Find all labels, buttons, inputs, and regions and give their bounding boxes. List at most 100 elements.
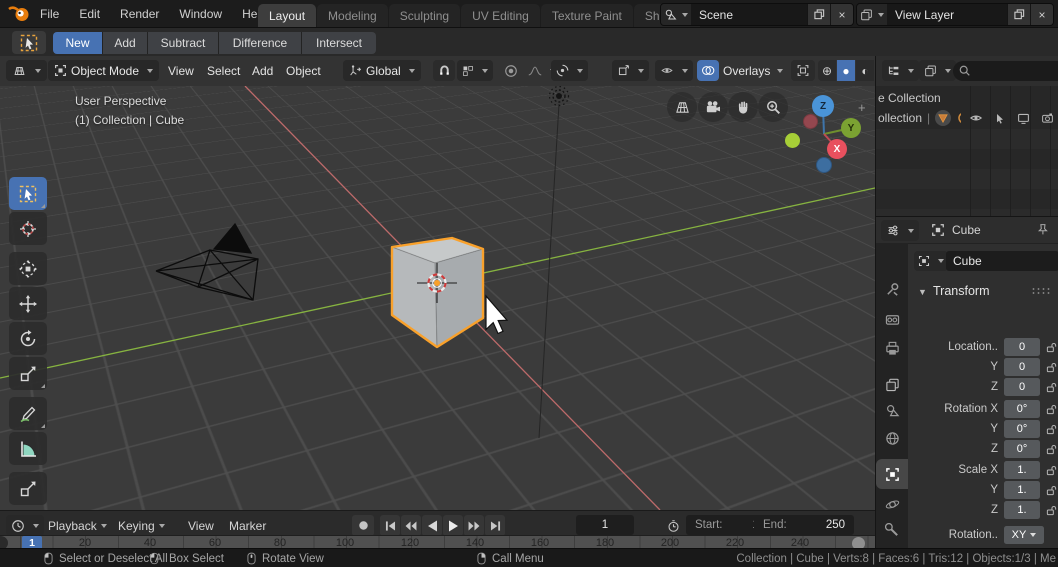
add-button[interactable]: Add bbox=[103, 32, 148, 54]
location-x-field[interactable]: 0 bbox=[1004, 338, 1040, 356]
rotation-y-field[interactable]: 0° bbox=[1004, 420, 1040, 438]
snap-toggle-button[interactable] bbox=[433, 60, 455, 81]
outliner-editor-type-button[interactable] bbox=[882, 60, 919, 81]
scale-y-field[interactable]: 1. bbox=[1004, 481, 1040, 499]
scene-close-icon[interactable]: × bbox=[830, 4, 853, 25]
hide-eye-icon[interactable] bbox=[969, 111, 983, 125]
rotation-z-field[interactable]: 0° bbox=[1004, 440, 1040, 458]
proportional-edit-button[interactable] bbox=[500, 60, 522, 81]
scene-duplicate-icon[interactable] bbox=[807, 4, 830, 25]
pivot-point-dropdown[interactable] bbox=[551, 60, 588, 81]
lock-icon[interactable] bbox=[1045, 420, 1057, 438]
tool-rotate[interactable] bbox=[9, 322, 47, 355]
properties-editor-type-button[interactable] bbox=[881, 220, 919, 241]
view-layer-name[interactable]: View Layer bbox=[887, 8, 1007, 22]
gizmo-y-axis[interactable]: Y bbox=[841, 118, 861, 138]
tool-scale-cage[interactable] bbox=[9, 472, 47, 505]
disable-viewport-icon[interactable] bbox=[1017, 112, 1030, 125]
tool-cursor-3d[interactable] bbox=[9, 212, 47, 245]
difference-button[interactable]: Difference bbox=[219, 32, 302, 54]
viewport-3d[interactable]: User Perspective (1) Collection | Cube Z… bbox=[0, 86, 875, 510]
overlays-toggle-button[interactable] bbox=[697, 60, 719, 81]
snap-target-dropdown[interactable] bbox=[457, 60, 493, 81]
tab-sculpting[interactable]: Sculpting bbox=[389, 4, 460, 27]
shading-solid-icon[interactable]: ● bbox=[837, 60, 855, 81]
tab-render[interactable] bbox=[876, 306, 908, 332]
blender-logo-icon[interactable] bbox=[8, 5, 31, 22]
camera-view-button[interactable] bbox=[698, 92, 728, 122]
tool-select-box[interactable] bbox=[9, 177, 47, 210]
tab-texture-paint[interactable]: Texture Paint bbox=[541, 4, 633, 27]
disable-render-icon[interactable] bbox=[1041, 112, 1054, 124]
jump-end-button[interactable] bbox=[485, 515, 505, 536]
gizmos-dropdown[interactable] bbox=[612, 60, 649, 81]
tool-measure[interactable] bbox=[9, 432, 47, 465]
preview-range-button[interactable] bbox=[662, 515, 684, 536]
active-tool-button[interactable] bbox=[12, 31, 46, 54]
tab-object[interactable] bbox=[876, 459, 908, 489]
rotation-x-field[interactable]: 0° bbox=[1004, 400, 1040, 418]
scene-name[interactable]: Scene bbox=[691, 8, 807, 22]
view-menu[interactable]: View bbox=[188, 515, 214, 536]
tool-move[interactable] bbox=[9, 287, 47, 320]
location-y-field[interactable]: 0 bbox=[1004, 358, 1040, 376]
panel-grip[interactable] bbox=[1031, 287, 1051, 294]
timeline-editor-type-button[interactable] bbox=[6, 515, 44, 536]
visibility-dropdown[interactable] bbox=[655, 60, 693, 81]
fast-forward-button[interactable] bbox=[464, 515, 484, 536]
xray-toggle-button[interactable] bbox=[791, 60, 815, 81]
pin-icon[interactable] bbox=[1036, 223, 1049, 236]
object-id-dropdown[interactable] bbox=[914, 251, 948, 271]
lock-icon[interactable] bbox=[1045, 400, 1057, 418]
menu-select[interactable]: Select bbox=[203, 60, 244, 81]
select-arrow-icon[interactable] bbox=[994, 112, 1006, 125]
new-button[interactable]: New bbox=[53, 32, 103, 54]
menu-window[interactable]: Window bbox=[169, 0, 232, 27]
mode-dropdown[interactable]: Object Mode bbox=[48, 60, 159, 81]
pan-view-button[interactable] bbox=[728, 92, 758, 122]
outliner-filter-dropdown[interactable] bbox=[919, 60, 956, 81]
scale-x-field[interactable]: 1. bbox=[1004, 461, 1040, 479]
end-frame-field[interactable]: End: 250 bbox=[754, 515, 854, 535]
tab-uv-editing[interactable]: UV Editing bbox=[461, 4, 540, 27]
panel-collapse-arrow[interactable]: ▼ bbox=[918, 287, 927, 297]
gizmo-x-axis[interactable]: X bbox=[827, 139, 847, 159]
rotation-mode-dropdown[interactable]: XY bbox=[1004, 526, 1044, 544]
menu-file[interactable]: File bbox=[30, 0, 69, 27]
zoom-view-button[interactable] bbox=[758, 92, 788, 122]
menu-view[interactable]: View bbox=[164, 60, 198, 81]
menu-render[interactable]: Render bbox=[110, 0, 169, 27]
gizmo-y-neg[interactable] bbox=[785, 133, 800, 148]
lock-icon[interactable] bbox=[1045, 378, 1057, 396]
gizmo-z-neg[interactable] bbox=[816, 157, 832, 173]
tab-tool[interactable] bbox=[876, 276, 908, 302]
lock-icon[interactable] bbox=[1045, 338, 1057, 356]
playback-menu[interactable]: Playback bbox=[48, 515, 107, 536]
orientation-dropdown[interactable]: Global bbox=[343, 60, 421, 81]
location-z-field[interactable]: 0 bbox=[1004, 378, 1040, 396]
gizmo-z-axis[interactable]: Z bbox=[812, 95, 834, 117]
record-button[interactable] bbox=[352, 515, 374, 536]
jump-start-button[interactable] bbox=[380, 515, 400, 536]
tab-physics[interactable] bbox=[876, 491, 908, 517]
lock-icon[interactable] bbox=[1045, 440, 1057, 458]
rewind-button[interactable] bbox=[401, 515, 421, 536]
subtract-button[interactable]: Subtract bbox=[148, 32, 219, 54]
tab-world[interactable] bbox=[876, 425, 908, 451]
lock-icon[interactable] bbox=[1045, 461, 1057, 479]
tool-annotate[interactable] bbox=[9, 397, 47, 430]
scale-z-field[interactable]: 1. bbox=[1004, 501, 1040, 519]
grid-toggle-button[interactable] bbox=[667, 92, 697, 122]
object-name-field[interactable]: Cube bbox=[946, 251, 1058, 271]
gizmo-x-neg[interactable] bbox=[803, 114, 818, 129]
view-layer-icon[interactable] bbox=[857, 4, 887, 25]
menu-edit[interactable]: Edit bbox=[69, 0, 110, 27]
tab-output[interactable] bbox=[876, 335, 908, 361]
intersect-button[interactable]: Intersect bbox=[302, 32, 376, 54]
tool-scale[interactable] bbox=[9, 357, 47, 390]
tab-view-layer[interactable] bbox=[876, 371, 908, 397]
tab-layout[interactable]: Layout bbox=[258, 4, 316, 27]
view-layer-duplicate-icon[interactable] bbox=[1007, 4, 1030, 25]
editor-type-button[interactable] bbox=[6, 60, 47, 81]
menu-object[interactable]: Object bbox=[282, 60, 325, 81]
